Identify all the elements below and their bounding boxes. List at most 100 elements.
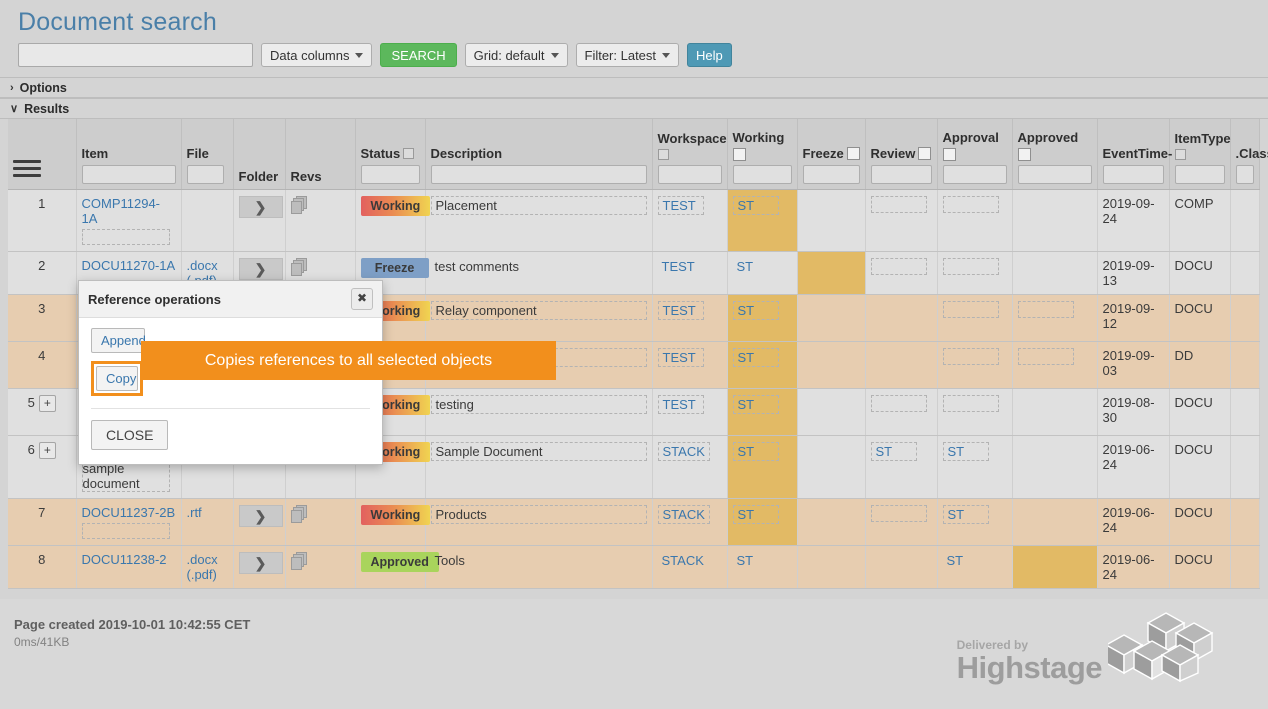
column-header-class[interactable]: .Class [1230, 119, 1268, 190]
file-link[interactable]: .rtf [187, 505, 202, 520]
cell-link[interactable]: ST [948, 444, 965, 459]
column-filter-class[interactable] [1235, 164, 1254, 184]
append-button[interactable]: Append [91, 328, 146, 353]
column-header-eventtime[interactable]: EventTime- [1097, 119, 1172, 190]
search-input[interactable] [18, 43, 253, 67]
revisions-stack-icon[interactable] [290, 551, 309, 570]
cell-link[interactable]: TEST [663, 350, 696, 365]
column-filter-file[interactable] [186, 164, 225, 184]
table-row[interactable]: 1 COMP11294-1A ❯ Working Placement TEST ST 2019… [8, 189, 1261, 252]
column-filter-review[interactable] [870, 164, 932, 184]
status-cell: Working [355, 498, 431, 546]
column-header-itemtype[interactable]: ItemType [1169, 119, 1231, 190]
cell-link[interactable]: ST [738, 198, 755, 213]
close-icon[interactable]: ✖ [351, 288, 373, 310]
column-checkbox[interactable] [918, 146, 932, 160]
revisions-stack-icon[interactable] [290, 504, 309, 523]
grid-dropdown[interactable]: Grid: default [464, 43, 568, 67]
copy-button[interactable]: Copy [96, 366, 138, 391]
cell-link[interactable]: TEST [662, 259, 695, 274]
cell-link[interactable]: STACK [663, 444, 705, 459]
expand-row-button[interactable]: + [38, 394, 56, 412]
itemtype-cell: DOCU [1169, 388, 1231, 436]
folder-expand-icon[interactable]: ❯ [238, 195, 283, 218]
cell-link[interactable]: ST [948, 507, 965, 522]
column-filter-approved[interactable] [1017, 164, 1092, 184]
grid-menu-button[interactable] [8, 119, 77, 190]
cell-link[interactable]: ST [737, 553, 754, 568]
column-header-review[interactable]: Review [865, 119, 938, 190]
file-link-secondary[interactable]: (.pdf) [187, 567, 217, 582]
table-row[interactable]: 8 DOCU11238-2 .docx (.pdf) ❯ Approved Tools STA… [8, 545, 1261, 589]
item-link[interactable]: DOCU11270-1A [82, 258, 176, 273]
cell-link[interactable]: ST [876, 444, 893, 459]
item-link[interactable]: COMP11294-1A [82, 196, 161, 226]
cell-link[interactable]: ST [738, 397, 755, 412]
column-checkbox[interactable] [1017, 147, 1031, 161]
column-filter-eventtime[interactable] [1102, 164, 1164, 184]
column-header-approved[interactable]: Approved [1012, 119, 1098, 190]
itemtype-cell: DOCU [1169, 294, 1231, 342]
folder-expand-icon[interactable]: ❯ [238, 257, 283, 280]
column-checkbox[interactable] [732, 147, 746, 161]
cell-link[interactable]: ST [738, 444, 755, 459]
column-filter-working[interactable] [732, 164, 792, 184]
cell-box: ST [732, 394, 779, 414]
help-button[interactable]: Help [687, 43, 732, 67]
item-link[interactable]: DOCU11237-2B [82, 505, 176, 520]
expand-row-button[interactable]: + [38, 441, 56, 459]
column-filter-approval[interactable] [942, 164, 1007, 184]
data-columns-dropdown[interactable]: Data columns [261, 43, 373, 67]
cell-box: ST [943, 552, 968, 569]
cell-value: 2019-09-24 [1102, 195, 1155, 226]
column-header-freeze[interactable]: Freeze [797, 119, 866, 190]
cell-link[interactable]: TEST [663, 397, 696, 412]
cell-link[interactable]: TEST [663, 198, 696, 213]
column-header-folder[interactable]: Folder [233, 119, 286, 190]
column-filter-itemtype[interactable] [1174, 164, 1225, 184]
column-header-description[interactable]: Description [425, 119, 653, 190]
column-label: File [186, 145, 209, 161]
column-header-status[interactable]: Status [355, 119, 426, 190]
cell-link[interactable]: TEST [663, 303, 696, 318]
file-link[interactable]: .docx [187, 258, 218, 273]
column-header-workspace[interactable]: Workspace [652, 119, 728, 190]
dialog-close-button[interactable]: CLOSE [91, 420, 169, 450]
options-section-toggle[interactable]: › Options [0, 77, 1268, 98]
search-button[interactable]: SEARCH [380, 43, 457, 67]
column-filter-status[interactable] [360, 164, 420, 184]
column-header-file[interactable]: File [181, 119, 234, 190]
cell-link[interactable]: ST [738, 303, 755, 318]
cell-link[interactable]: ST [737, 259, 754, 274]
file-link[interactable]: .docx [187, 552, 218, 567]
column-marker-icon[interactable] [1174, 148, 1186, 160]
folder-expand-icon[interactable]: ❯ [238, 504, 283, 527]
column-marker-icon[interactable] [657, 148, 669, 160]
cell-link[interactable]: ST [738, 350, 755, 365]
table-row[interactable]: 7 DOCU11237-2B .rtf ❯ Working Products STACK ST… [8, 498, 1261, 546]
column-filter-workspace[interactable] [657, 164, 722, 184]
column-header-approval[interactable]: Approval [937, 119, 1013, 190]
column-filter-description[interactable] [430, 164, 647, 184]
item-link[interactable]: DOCU11238-2 [82, 552, 167, 567]
revisions-stack-icon[interactable] [290, 257, 309, 276]
filter-dropdown[interactable]: Filter: Latest [575, 43, 680, 67]
column-filter-item[interactable] [81, 164, 176, 184]
column-header-item[interactable]: Item [76, 119, 182, 190]
column-checkbox[interactable] [846, 146, 860, 160]
column-header-working[interactable]: Working [727, 119, 798, 190]
column-header-revs[interactable]: Revs [285, 119, 356, 190]
row-number-cell: 4 [8, 341, 77, 389]
column-marker-icon[interactable] [403, 147, 415, 159]
revisions-stack-icon[interactable] [290, 195, 309, 214]
column-filter-freeze[interactable] [802, 164, 860, 184]
folder-expand-icon[interactable]: ❯ [238, 551, 283, 574]
column-checkbox[interactable] [942, 147, 956, 161]
cell-link[interactable]: STACK [662, 553, 704, 568]
cell-link[interactable]: STACK [663, 507, 705, 522]
cell-link[interactable]: ST [947, 553, 964, 568]
brand-name: Highstage [956, 650, 1103, 685]
cell-link[interactable]: ST [738, 507, 755, 522]
results-section-toggle[interactable]: ∨ Results [0, 98, 1268, 119]
cell-box: Tools [434, 552, 465, 568]
